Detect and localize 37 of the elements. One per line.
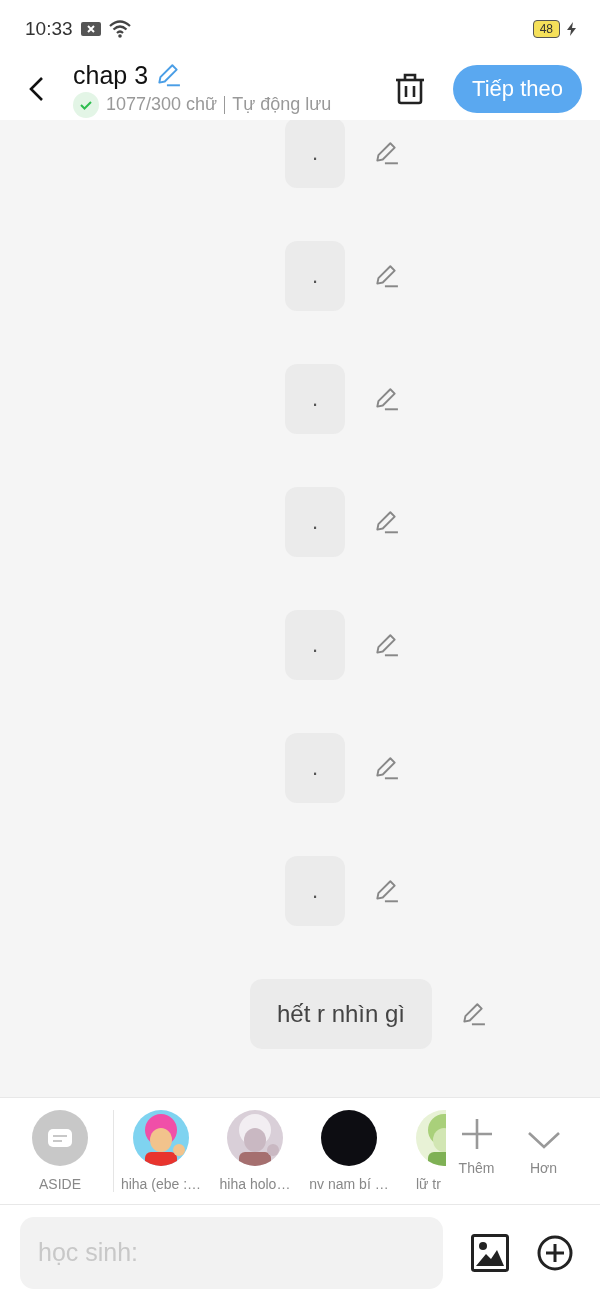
edit-icon[interactable]: [373, 263, 399, 289]
more-button[interactable]: Hơn: [510, 1110, 577, 1176]
notification-icon: [80, 21, 101, 37]
message-bubble[interactable]: .: [285, 487, 345, 557]
edit-icon[interactable]: [373, 878, 399, 904]
character-name: nv nam bí …: [309, 1176, 389, 1192]
character-name: lữ tr: [416, 1176, 441, 1192]
aside-icon[interactable]: [32, 1110, 88, 1166]
edit-icon[interactable]: [373, 632, 399, 658]
save-status: Tự động lưu: [232, 94, 332, 115]
chapter-title: chap 3: [73, 60, 149, 90]
message-bubble[interactable]: .: [285, 241, 345, 311]
edit-icon[interactable]: [373, 755, 399, 781]
add-character-button[interactable]: Thêm: [443, 1110, 510, 1176]
edit-icon[interactable]: [460, 1001, 487, 1027]
message-bubble[interactable]: .: [285, 733, 345, 803]
wifi-icon: [108, 20, 131, 38]
edit-icon[interactable]: [373, 140, 399, 166]
plus-icon: [460, 1118, 493, 1150]
status-time: 10:33: [25, 18, 73, 40]
trash-icon[interactable]: [395, 73, 426, 105]
message-bubble[interactable]: .: [285, 364, 345, 434]
add-icon[interactable]: [537, 1234, 573, 1271]
message-bubble[interactable]: hết r nhìn gì: [249, 979, 433, 1049]
character-name: hiha (ebe :…: [120, 1176, 202, 1192]
edit-icon[interactable]: [373, 509, 399, 535]
image-icon[interactable]: [471, 1233, 509, 1272]
message-bubble[interactable]: .: [285, 610, 345, 680]
battery-indicator: 48: [532, 20, 560, 38]
character-name: hiha holo…: [219, 1176, 291, 1192]
avatar[interactable]: [321, 1110, 377, 1166]
message-bubble[interactable]: .: [285, 856, 345, 926]
edit-icon[interactable]: [373, 386, 399, 412]
word-count: 1077/300 chữ: [106, 94, 218, 115]
chevron-down-icon: [527, 1130, 560, 1150]
message-bubble[interactable]: .: [285, 120, 345, 188]
character-name: ASIDE: [39, 1176, 81, 1192]
